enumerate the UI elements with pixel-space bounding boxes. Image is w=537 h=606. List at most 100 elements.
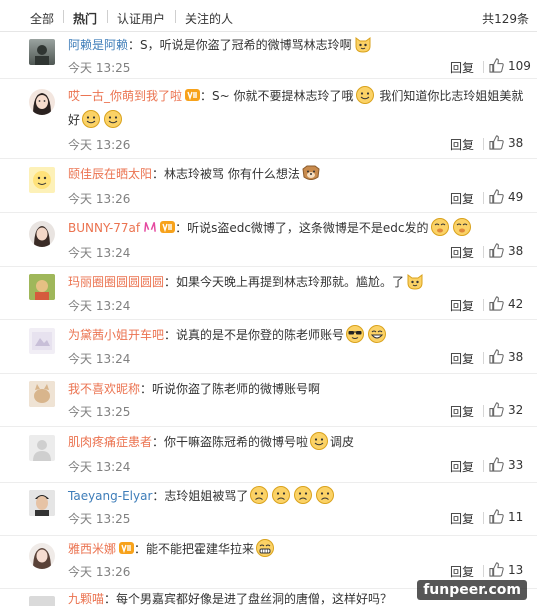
reply-button[interactable]: 回复 [450,244,474,261]
like-button[interactable]: 42 [489,296,523,311]
avatar[interactable] [29,221,55,247]
comment-username[interactable]: 我不喜欢昵称 [68,382,140,396]
dog-emoji-icon [302,165,320,180]
like-button[interactable]: 38 [489,243,523,258]
reply-button[interactable]: 回复 [450,403,474,420]
action-divider [483,246,484,258]
comment-text: ：志玲姐姐被骂了 [152,489,249,503]
like-button[interactable]: 38 [489,135,523,150]
action-divider [483,192,484,204]
like-button[interactable]: 13 [489,562,523,577]
reply-button[interactable]: 回复 [450,136,474,153]
reply-button[interactable]: 回复 [450,510,474,527]
like-count: 13 [508,563,524,577]
like-button[interactable]: 32 [489,402,523,417]
comment-username[interactable]: Taeyang-Elyar [68,489,152,503]
thumbs-up-icon [489,402,504,417]
comment-item: 我不喜欢昵称：听说你盗了陈老师的微博账号啊 今天 13:25 回复 32 [0,374,537,427]
comment-username[interactable]: 哎一古_你萌到我了啦 [68,89,182,103]
sad-emoji-icon [250,486,269,504]
comment-timestamp: 今天 13:24 [68,352,131,366]
sad-emoji-icon [294,486,313,504]
sad-emoji-icon [272,486,291,504]
comment-username[interactable]: 玛丽圈圈圆圆圆圆 [68,275,164,289]
comment-text: ：听说你盗了陈老师的微博账号啊 [140,382,321,396]
like-button[interactable]: 109 [489,58,531,73]
action-divider [483,299,484,311]
comment-username[interactable]: 为黛茜小姐开车吧 [68,328,164,342]
comment-username[interactable]: 九颗喵 [68,592,104,606]
avatar[interactable] [29,89,55,115]
emoji-icon [310,432,329,450]
tab-following[interactable]: 关注的人 [185,10,233,27]
comment-timestamp: 今天 13:26 [68,138,131,152]
vip-icon [185,89,201,101]
reply-button[interactable]: 回复 [450,297,474,314]
thumbs-up-icon [489,457,504,472]
reply-button[interactable]: 回复 [450,190,474,207]
comment-item: Taeyang-Elyar：志玲姐姐被骂了 今天 13:25 回复 11 [0,483,537,536]
comment-timestamp: 今天 13:24 [68,460,131,474]
emoji-icon [104,110,123,128]
avatar[interactable] [29,596,55,606]
thumbs-up-icon [489,243,504,258]
cat-emoji-icon [407,274,423,290]
comment-username[interactable]: 颐佳辰在晒太阳 [68,167,152,181]
vip-icon [160,221,176,233]
avatar[interactable] [29,543,55,569]
tab-verified-users[interactable]: 认证用户 [117,10,165,27]
reply-button[interactable]: 回复 [450,59,474,76]
reply-button[interactable]: 回复 [450,563,474,580]
comment-username[interactable]: BUNNY-77af [68,221,140,235]
sad-emoji-icon [316,486,335,504]
comment-text: ：说真的是不是你登的陈老师账号 [164,328,345,342]
action-divider [483,565,484,577]
like-button[interactable]: 11 [489,509,523,524]
comment-text: ：能不能把霍建华拉来 [134,542,255,556]
comment-item: 为黛茜小姐开车吧：说真的是不是你登的陈老师账号 今天 13:24 回复 38 [0,320,537,374]
thumbs-up-icon [489,296,504,311]
thumbs-up-icon [489,189,504,204]
comment-timestamp: 今天 13:25 [68,512,131,526]
comment-text: ：你干嘛盗陈冠希的微博号啦 [152,435,309,449]
comment-item: 玛丽圈圈圆圆圆圆：如果今天晚上再提到林志玲那就。尴尬。了 今天 13:24 回复… [0,267,537,320]
thumbs-up-icon [489,135,504,150]
like-count: 33 [508,458,524,472]
tab-all[interactable]: 全部 [30,10,54,27]
comment-timestamp: 今天 13:24 [68,299,131,313]
like-count: 42 [508,297,524,311]
avatar[interactable] [29,274,55,300]
emoji-icon [355,86,374,104]
comment-timestamp: 今天 13:26 [68,565,131,579]
shy-emoji-icon [430,218,449,236]
action-divider [483,138,484,150]
comment-total-count: 共129条 [482,12,529,26]
action-divider [483,405,484,417]
avatar[interactable] [29,435,55,461]
emoji-icon [82,110,101,128]
comment-username[interactable]: 雅西米娜 [68,542,116,556]
avatar[interactable] [29,490,55,516]
tab-hot[interactable]: 热门 [73,10,97,27]
avatar[interactable] [29,39,55,65]
comment-username[interactable]: 肌肉疼痛症患者 [68,435,152,449]
avatar[interactable] [29,167,55,193]
action-divider [483,61,484,73]
like-button[interactable]: 49 [489,189,523,204]
like-button[interactable]: 38 [489,349,523,364]
avatar[interactable] [29,328,55,354]
comment-text: ：听说s盗edc微博了，这条微博是不是edc发的 [175,221,429,235]
avatar[interactable] [29,381,55,407]
reply-button[interactable]: 回复 [450,458,474,475]
like-count: 38 [508,350,524,364]
grin-emoji-icon [368,325,387,343]
tab-divider [175,10,176,23]
grin-emoji-icon [256,539,275,557]
thumbs-up-icon [489,58,504,73]
comment-item: 颐佳辰在晒太阳：林志玲被骂 你有什么想法 今天 13:26 回复 49 [0,159,537,213]
comment-timestamp: 今天 13:26 [68,192,131,206]
comment-username[interactable]: 阿赖是阿赖 [68,38,128,52]
reply-button[interactable]: 回复 [450,350,474,367]
comment-timestamp: 今天 13:25 [68,405,131,419]
like-button[interactable]: 33 [489,457,523,472]
